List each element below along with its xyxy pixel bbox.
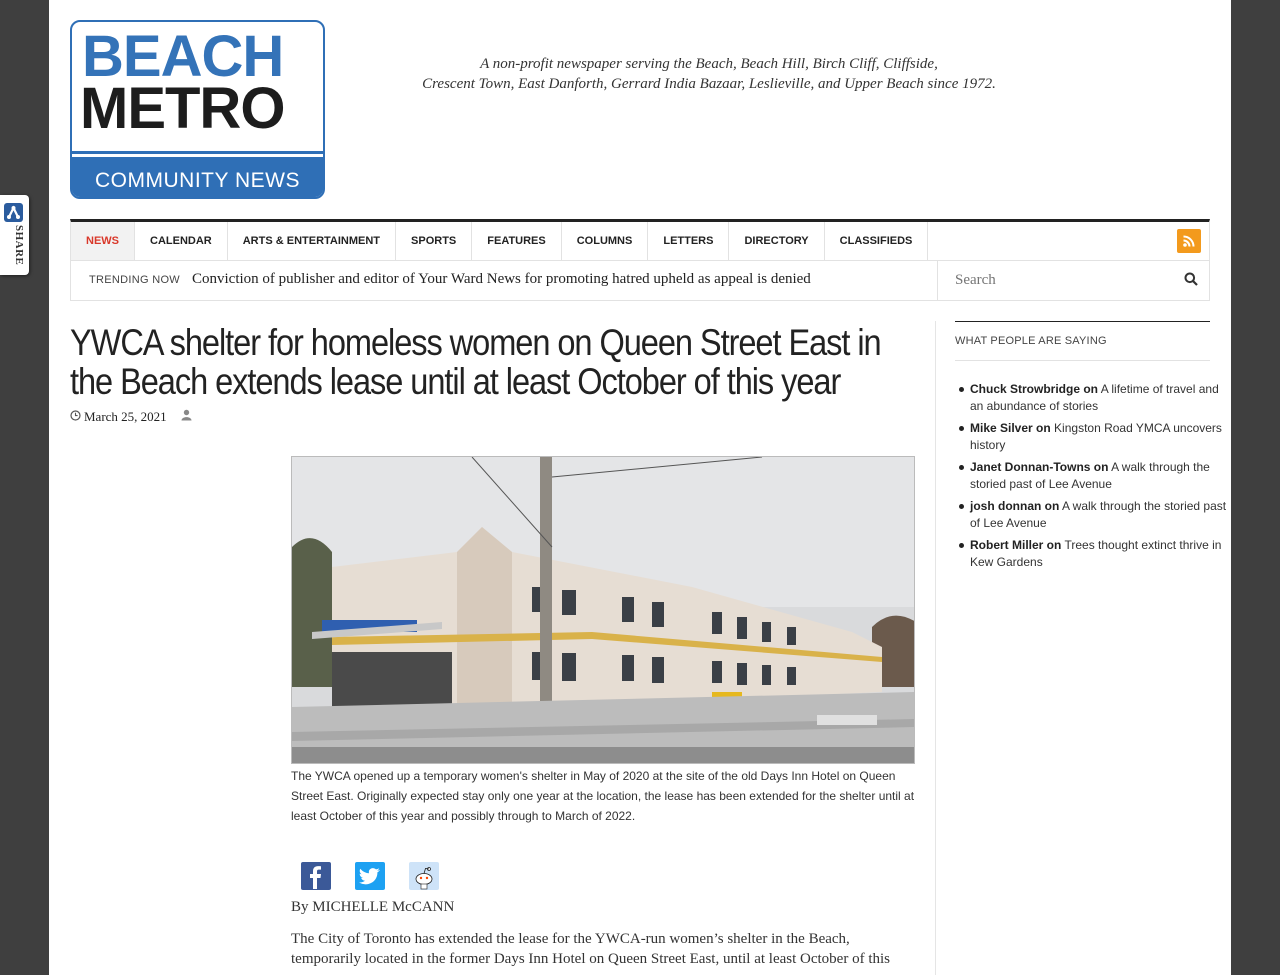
list-item: Chuck Strowbridge on A lifetime of trave… — [959, 381, 1230, 415]
trending-bar: TRENDING NOW Conviction of publisher and… — [70, 261, 1210, 301]
recent-comments-list: Chuck Strowbridge on A lifetime of trave… — [955, 381, 1230, 576]
tagline-line2: Crescent Town, East Danforth, Gerrard In… — [422, 76, 996, 92]
comment-author[interactable]: Chuck Strowbridge on — [970, 382, 1098, 396]
nav-item-letters[interactable]: LETTERS — [648, 222, 730, 260]
site-tagline: A non-profit newspaper serving the Beach… — [379, 54, 1039, 94]
rss-icon[interactable] — [1177, 229, 1201, 253]
sidebar-title-text: WHAT PEOPLE ARE SAYING — [955, 335, 1107, 347]
twitter-share-button[interactable] — [355, 862, 385, 890]
photo-caption: The YWCA opened up a temporary women's s… — [291, 769, 915, 823]
tagline-line1: A non-profit newspaper serving the Beach… — [480, 56, 938, 72]
user-icon — [181, 409, 192, 425]
sidebar-title: WHAT PEOPLE ARE SAYING — [955, 321, 1210, 361]
share-widget[interactable]: SHARE — [0, 195, 29, 275]
share-label: SHARE — [13, 225, 25, 266]
nav-item-features[interactable]: FEATURES — [472, 222, 562, 260]
page: BEACH METRO COMMUNITY NEWS A non-profit … — [49, 0, 1231, 975]
social-share-bar — [301, 862, 439, 890]
list-item: josh donnan on A walk through the storie… — [959, 498, 1230, 532]
article-byline: By MICHELLE McCANN — [291, 899, 455, 915]
list-item: Robert Miller on Trees thought extinct t… — [959, 537, 1230, 571]
search-box — [937, 261, 1210, 300]
nav-item-classifieds[interactable]: CLASSIFIEDS — [825, 222, 929, 260]
share-icon — [4, 203, 23, 222]
article-photo — [291, 456, 915, 764]
column-divider — [935, 321, 936, 975]
article-date[interactable]: March 25, 2021 — [84, 409, 167, 425]
article-meta: March 25, 2021 — [70, 409, 192, 425]
facebook-share-button[interactable] — [301, 862, 331, 890]
article-title: YWCA shelter for homeless women on Queen… — [70, 322, 882, 402]
comment-author[interactable]: Mike Silver on — [970, 421, 1051, 435]
nav-item-sports[interactable]: SPORTS — [396, 222, 473, 260]
list-item: Janet Donnan-Towns on A walk through the… — [959, 459, 1230, 493]
nav-item-news[interactable]: NEWS — [71, 222, 135, 260]
comment-author[interactable]: josh donnan on — [970, 499, 1059, 513]
reddit-share-button[interactable] — [409, 862, 439, 890]
nav-item-calendar[interactable]: CALENDAR — [135, 222, 228, 260]
nav-item-arts-entertainment[interactable]: ARTS & ENTERTAINMENT — [228, 222, 397, 260]
nav-item-directory[interactable]: DIRECTORY — [729, 222, 825, 260]
search-input[interactable] — [938, 261, 1168, 299]
logo-community: COMMUNITY NEWS — [95, 169, 300, 192]
trending-label: TRENDING NOW — [89, 274, 180, 286]
main-nav: NEWS CALENDAR ARTS & ENTERTAINMENT SPORT… — [70, 219, 1210, 261]
comment-author[interactable]: Robert Miller on — [970, 538, 1061, 552]
list-item: Mike Silver on Kingston Road YMCA uncove… — [959, 420, 1230, 454]
search-icon[interactable] — [1184, 272, 1198, 291]
comment-author[interactable]: Janet Donnan-Towns on — [970, 460, 1108, 474]
trending-headline-link[interactable]: Conviction of publisher and editor of Yo… — [192, 271, 811, 288]
nav-item-columns[interactable]: COLUMNS — [562, 222, 649, 260]
site-logo[interactable]: BEACH METRO COMMUNITY NEWS — [70, 20, 325, 199]
logo-metro: METRO — [80, 76, 285, 141]
article-body: The City of Toronto has extended the lea… — [291, 931, 890, 967]
clock-icon — [70, 409, 81, 425]
